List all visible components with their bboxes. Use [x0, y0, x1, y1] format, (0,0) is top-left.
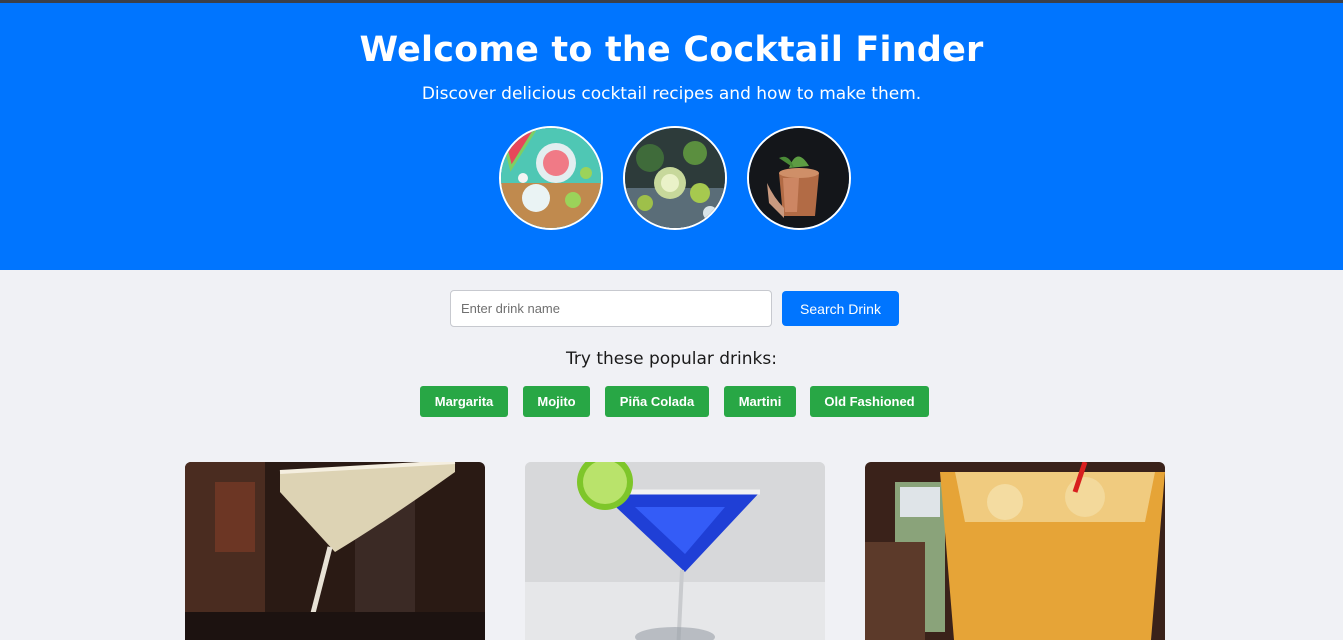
page-subtitle: Discover delicious cocktail recipes and … — [421, 84, 922, 104]
popular-drink-mojito[interactable]: Mojito — [523, 386, 590, 417]
hero-image-row — [0, 126, 1343, 231]
lime-cocktails-image — [623, 126, 727, 230]
drink-card-margarita-image[interactable] — [185, 462, 485, 640]
popular-drink-old-fashioned[interactable]: Old Fashioned — [810, 386, 929, 417]
hero-banner: Welcome to the Cocktail Finder Discover … — [0, 3, 1343, 270]
watermelon-cocktail-image — [499, 126, 603, 230]
popular-drink-pina-colada[interactable]: Piña Colada — [605, 386, 709, 417]
drink-card-blue-martini-image[interactable] — [525, 462, 825, 640]
popular-drinks-heading: Try these popular drinks: — [566, 349, 777, 369]
search-drink-button[interactable]: Search Drink — [782, 291, 899, 326]
drink-search-input[interactable] — [450, 290, 772, 327]
page-title: Welcome to the Cocktail Finder — [359, 30, 984, 70]
copper-mug-cocktail-image — [747, 126, 851, 230]
popular-drink-martini[interactable]: Martini — [724, 386, 796, 417]
popular-drink-margarita[interactable]: Margarita — [420, 386, 508, 417]
drink-card-orange-cocktail-image[interactable] — [865, 462, 1165, 640]
